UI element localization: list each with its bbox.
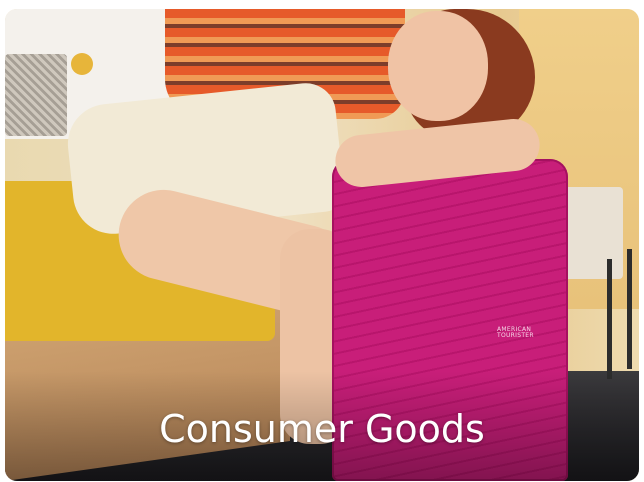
stool-leg (627, 249, 632, 369)
pillow (5, 54, 67, 136)
person-face (388, 11, 488, 121)
pillow-pompom (71, 53, 93, 75)
category-card-consumer-goods[interactable]: AMERICAN TOURISTER Consumer Goods (5, 9, 639, 481)
side-shelf (563, 187, 623, 279)
stool-leg (607, 259, 612, 379)
brand-line-2: TOURISTER (497, 332, 534, 339)
suitcase-brand-logo: AMERICAN TOURISTER (497, 327, 534, 339)
card-title: Consumer Goods (159, 407, 485, 451)
